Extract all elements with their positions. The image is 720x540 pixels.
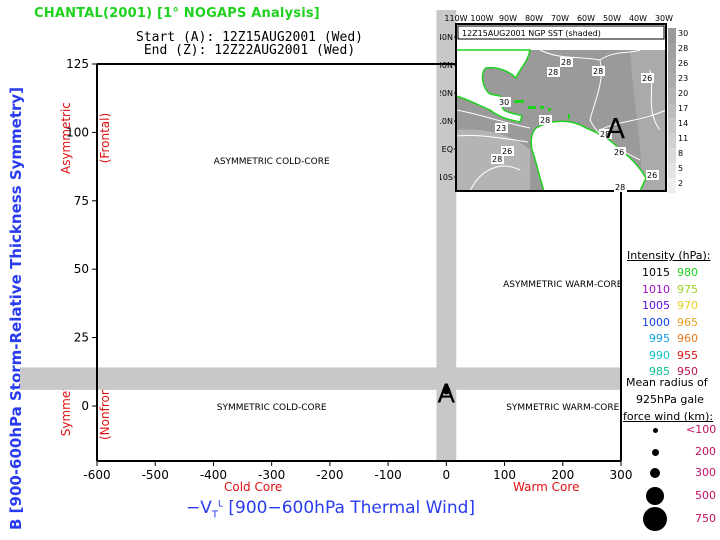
colorbar-label: 26 (678, 59, 688, 68)
y-tick-label: 50 (74, 262, 89, 276)
colorbar-swatch (668, 28, 676, 43)
colorbar-swatch (668, 133, 676, 148)
inset-lat-label: 10N (440, 117, 453, 126)
intensity-legend-pressure: 1000 (642, 315, 670, 329)
intensity-legend-pressure: 960 (677, 332, 698, 345)
quadrant-label: ASYMMETRIC COLD-CORE (214, 157, 330, 167)
intensity-legend-pressure: 975 (677, 282, 698, 296)
y-tick-label: 125 (66, 57, 89, 71)
contour-label: 26 (647, 171, 657, 180)
y-tick-label: 100 (66, 125, 89, 139)
contour-label: 28 (492, 155, 502, 164)
contour-label: 26 (614, 148, 624, 157)
x-tick-label: 300 (610, 468, 633, 482)
inset-lon-label: 80W (525, 14, 543, 23)
inset-storm-marker: A (606, 112, 625, 145)
colorbar-swatch (668, 178, 676, 193)
radius-legend-label: <100 (686, 423, 717, 436)
inset-lon-label: 70W (551, 14, 569, 23)
inset-lat-label: 40N (440, 33, 453, 42)
contour-label: 23 (496, 124, 506, 133)
intensity-legend-pressure: 1005 (642, 299, 670, 312)
sst-inset-map: 12Z15AUG2001 NGP SST (shaded) 110W 100W 90… (440, 14, 688, 193)
y-tick-label: 25 (74, 331, 89, 345)
colorbar-swatch (668, 43, 676, 58)
inset-lon-label: 60W (577, 14, 595, 23)
colorbar-swatch (668, 73, 676, 88)
inset-lat-label: 10S (440, 173, 453, 182)
x-tick-label: -500 (142, 468, 169, 482)
x-tick-label: -200 (316, 468, 343, 482)
contour-label: 28 (540, 116, 550, 125)
inset-lat-label: 30N (440, 61, 453, 70)
colorbar-label: 17 (678, 104, 688, 113)
radius-legend-title-2: 925hPa gale (636, 393, 704, 406)
radius-legend-label: 500 (695, 489, 716, 502)
x-tick-label: -100 (374, 468, 401, 482)
intensity-legend-pressure: 1015 (642, 266, 670, 279)
contour-label: 28 (548, 68, 558, 77)
contour-label: 28 (593, 67, 603, 76)
colorbar-label: 20 (678, 89, 688, 98)
inset-lon-label: 30W (655, 14, 673, 23)
inset-lon-label: 40W (629, 14, 647, 23)
contour-label: 30 (499, 98, 509, 107)
x-tick-label: 0 (443, 468, 451, 482)
colorbar-label: 8 (678, 149, 683, 158)
radius-legend-title-3: force wind (km): (623, 410, 714, 423)
radius-legend-label: 750 (695, 512, 716, 525)
colorbar-label: 28 (678, 44, 688, 53)
contour-label: 28 (615, 183, 625, 192)
intensity-legend-pressure: 1010 (642, 282, 670, 296)
colorbar-label: 14 (678, 119, 688, 128)
x-tick-label: -600 (83, 468, 110, 482)
radius-legend-dot (650, 468, 660, 478)
inset-lon-label: 90W (499, 14, 517, 23)
colorbar-swatch (668, 58, 676, 73)
colorbar-swatch (668, 88, 676, 103)
radius-legend-label: 200 (695, 445, 716, 458)
colorbar-label: 30 (678, 29, 688, 38)
inset-lat-label: 20N (440, 89, 453, 98)
radius-legend-dot (652, 427, 658, 433)
colorbar-label: 11 (678, 134, 688, 143)
inset-lat-label: EQ (442, 145, 453, 154)
x-tick-label: 100 (493, 468, 516, 482)
intensity-legend-pressure: 995 (649, 332, 670, 345)
radius-legend-dot (646, 487, 664, 505)
y-tick-label: 75 (74, 194, 89, 208)
colorbar-label: 23 (678, 74, 688, 83)
contour-label: 28 (561, 58, 571, 67)
intensity-legend-title: Intensity (hPa): (627, 249, 711, 262)
x-tick-label: -300 (258, 468, 285, 482)
radius-legend-dot (643, 507, 667, 531)
horizontal-reference-band (20, 367, 621, 390)
intensity-legend-pressure: 955 (677, 348, 698, 362)
x-tick-label: -400 (200, 468, 227, 482)
intensity-legend-pressure: 965 (677, 315, 698, 329)
storm-point-label: A (437, 379, 455, 409)
radius-legend-label: 300 (695, 466, 716, 479)
quadrant-label: SYMMETRIC WARM-CORE (506, 403, 619, 413)
colorbar-swatch (668, 118, 676, 133)
colorbar-swatch (668, 163, 676, 178)
colorbar-swatch (668, 148, 676, 163)
intensity-legend-pressure: 970 (677, 299, 698, 312)
quadrant-label: SYMMETRIC COLD-CORE (217, 403, 327, 413)
x-tick-label: 200 (551, 468, 574, 482)
colorbar-label: 2 (678, 179, 683, 188)
colorbar-swatch (668, 103, 676, 118)
inset-lon-label: 110W (444, 14, 467, 23)
radius-legend-dot (651, 448, 659, 456)
intensity-legend-pressure: 990 (649, 348, 670, 362)
inset-lon-label: 50W (603, 14, 621, 23)
contour-label: 26 (642, 74, 652, 83)
colorbar-label: 5 (678, 164, 683, 173)
intensity-legend-pressure: 980 (677, 266, 698, 279)
inset-lon-label: 100W (470, 14, 493, 23)
quadrant-label: ASYMMETRIC WARM-CORE (503, 280, 623, 290)
radius-legend-title-1: Mean radius of (626, 376, 708, 389)
y-tick-label: 0 (81, 399, 89, 413)
inset-title: 12Z15AUG2001 NGP SST (shaded) (462, 29, 601, 38)
